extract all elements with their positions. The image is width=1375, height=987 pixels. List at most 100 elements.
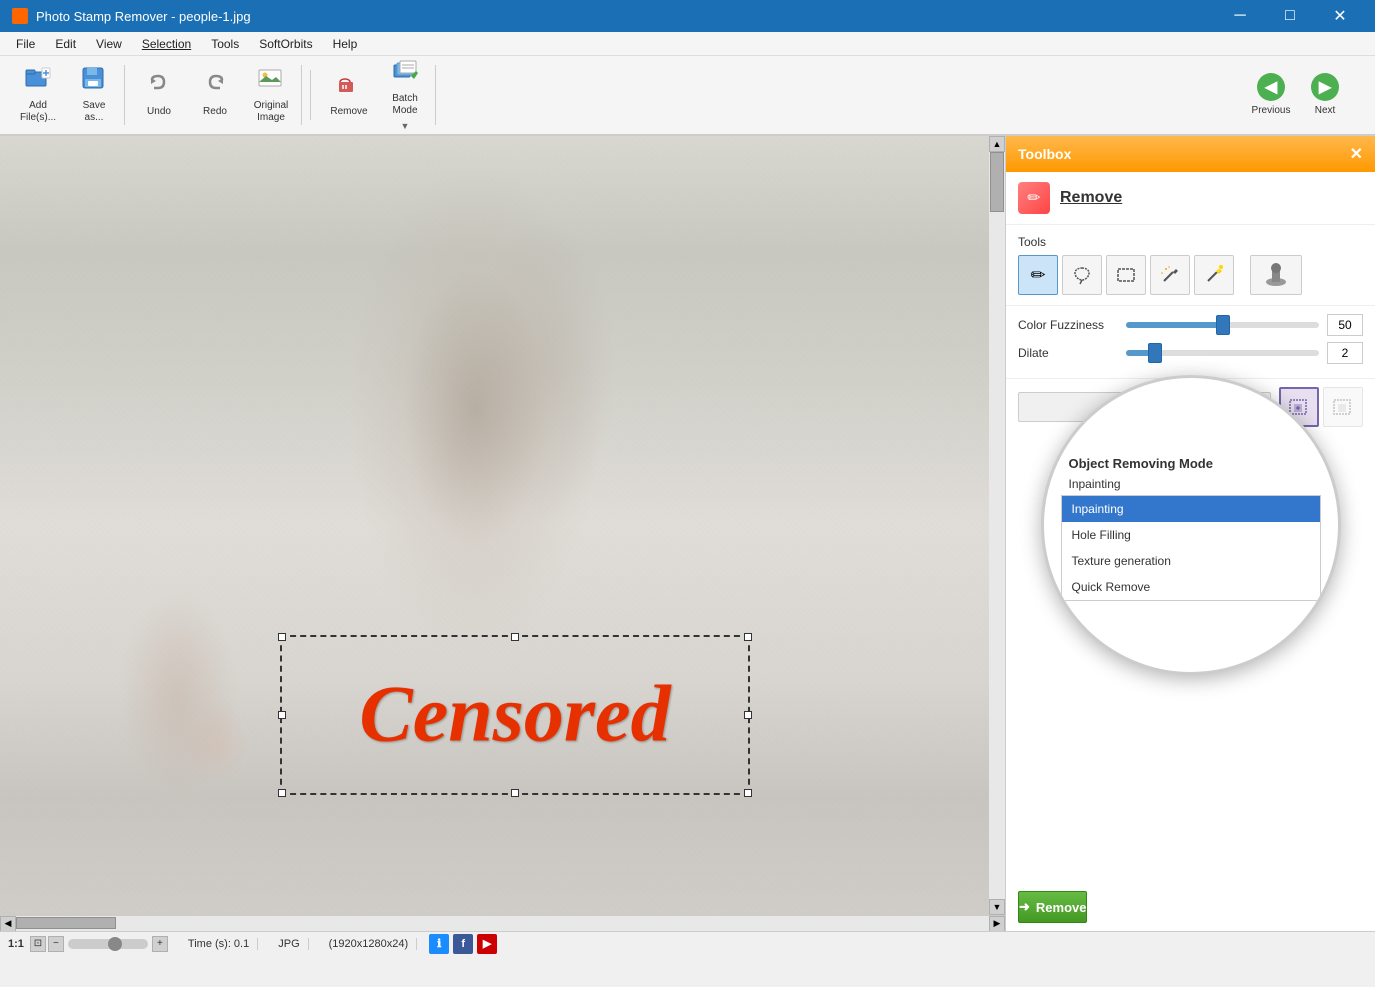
scroll-h-thumb[interactable] (16, 917, 116, 929)
menu-softorbits[interactable]: SoftOrbits (251, 35, 320, 53)
color-fuzziness-input[interactable]: 50 (1327, 314, 1363, 336)
app-icon (12, 8, 28, 24)
handle-top-center[interactable] (511, 633, 519, 641)
toolbox-title: Toolbox (1018, 146, 1071, 162)
format-label: JPG (278, 938, 299, 950)
handle-top-left[interactable] (278, 633, 286, 641)
social-icons-area: ℹ f ▶ (429, 934, 497, 954)
scroll-left-arrow[interactable]: ◀ (0, 916, 16, 932)
dropdown-option-texture-generation[interactable]: Texture generation (1062, 548, 1320, 574)
title-bar-controls: ─ □ ✕ (1217, 0, 1363, 32)
save-as-button[interactable]: Saveas... (68, 66, 120, 124)
menu-edit[interactable]: Edit (47, 35, 84, 53)
remove-label: Remove (330, 106, 367, 118)
dilate-row: Dilate 2 (1018, 342, 1363, 364)
scroll-right-arrow[interactable]: ▶ (989, 916, 1005, 932)
scroll-v-thumb[interactable] (990, 152, 1004, 212)
menu-help[interactable]: Help (325, 35, 366, 53)
toolbar-group-remove: Remove Batch Mode ▼ (319, 65, 436, 125)
close-button[interactable]: ✕ (1317, 0, 1363, 32)
scroll-h-track[interactable] (16, 916, 989, 931)
handle-bottom-left[interactable] (278, 789, 286, 797)
scroll-down-arrow[interactable]: ▼ (989, 899, 1005, 915)
format-status: JPG (270, 938, 308, 950)
tools-section: Tools ✏ (1006, 225, 1375, 306)
handle-bottom-center[interactable] (511, 789, 519, 797)
facebook-icon[interactable]: f (453, 934, 473, 954)
time-status: Time (s): 0.1 (180, 938, 258, 950)
original-image-button[interactable]: OriginalImage (245, 66, 297, 124)
zoom-minus-button[interactable]: − (48, 936, 64, 952)
zoom-level: 1:1 (8, 938, 24, 950)
dilate-input[interactable]: 2 (1327, 342, 1363, 364)
batch-mode-button[interactable]: Batch Mode ▼ (379, 66, 431, 124)
navigation-area: ◀ Previous ▶ Next (1245, 66, 1367, 124)
remove-title: Remove (1060, 189, 1122, 207)
redo-icon (202, 72, 228, 102)
vertical-scrollbar[interactable]: ▲ ▼ (989, 136, 1005, 915)
dropdown-option-quick-remove[interactable]: Quick Remove (1062, 574, 1320, 600)
handle-mid-right[interactable] (744, 711, 752, 719)
zoom-slider[interactable] (68, 939, 148, 949)
add-files-label: AddFile(s)... (20, 100, 56, 124)
menu-tools[interactable]: Tools (203, 35, 247, 53)
color-fuzziness-label: Color Fuzziness (1018, 318, 1118, 332)
next-button[interactable]: ▶ Next (1299, 66, 1351, 124)
zoom-plus-button[interactable]: + (152, 936, 168, 952)
color-fuzziness-slider[interactable] (1126, 322, 1319, 328)
horizontal-scrollbar[interactable]: ◀ ▶ (0, 915, 1005, 931)
previous-icon: ◀ (1257, 73, 1285, 101)
redo-button[interactable]: Redo (189, 66, 241, 124)
dropdown-content: Object Removing Mode Inpainting Inpainti… (1061, 450, 1321, 601)
add-files-button[interactable]: AddFile(s)... (12, 66, 64, 124)
toolbox-panel: Toolbox ✕ ✏ Remove Tools ✏ (1005, 136, 1375, 931)
handle-top-right[interactable] (744, 633, 752, 641)
next-icon: ▶ (1311, 73, 1339, 101)
dilate-slider[interactable] (1126, 350, 1319, 356)
save-as-label: Saveas... (83, 100, 106, 124)
pencil-tool-button[interactable]: ✏ (1018, 255, 1058, 295)
info-icon[interactable]: ℹ (429, 934, 449, 954)
canvas-area[interactable]: Censored (0, 136, 989, 915)
remove-button[interactable]: Remove (323, 66, 375, 124)
scroll-v-track[interactable] (989, 152, 1005, 899)
dropdown-option-hole-filling[interactable]: Hole Filling (1062, 522, 1320, 548)
main-area: Censored ▲ ▼ ◀ ▶ Toolbox (0, 136, 1375, 931)
zoom-controls: 1:1 ⊡ − + (8, 936, 168, 952)
menu-view[interactable]: View (88, 35, 130, 53)
undo-button[interactable]: Undo (133, 66, 185, 124)
color-fuzziness-thumb[interactable] (1216, 315, 1230, 335)
scroll-up-arrow[interactable]: ▲ (989, 136, 1005, 152)
remove-btn-area: ➜ Remove (1018, 891, 1363, 923)
menu-file[interactable]: File (8, 35, 43, 53)
lasso-tool-button[interactable] (1062, 255, 1102, 295)
zoom-thumb[interactable] (108, 937, 122, 951)
batch-mode-icon (392, 59, 418, 89)
stamp-tool-button[interactable] (1250, 255, 1302, 295)
menu-selection[interactable]: Selection (134, 35, 199, 53)
wand-auto-tool-button[interactable] (1194, 255, 1234, 295)
censored-text: Censored (359, 670, 670, 761)
dilate-label: Dilate (1018, 346, 1118, 360)
dropdown-option-inpainting[interactable]: Inpainting (1062, 496, 1320, 522)
canvas-with-scroll: Censored ▲ ▼ (0, 136, 1005, 915)
rect-select-tool-button[interactable] (1106, 255, 1146, 295)
color-fuzziness-section: Color Fuzziness 50 Dilate 2 (1006, 306, 1375, 378)
zoom-fit-button[interactable]: ⊡ (30, 936, 46, 952)
magic-wand-tool-button[interactable] (1150, 255, 1190, 295)
dimensions-status: (1920x1280x24) (321, 938, 418, 950)
previous-button[interactable]: ◀ Previous (1245, 66, 1297, 124)
censored-selection-box[interactable]: Censored (280, 635, 750, 795)
toolbox-close-button[interactable]: ✕ (1350, 144, 1363, 164)
removing-mode-area: Object Removing Mode Inpainting Inpainti… (1006, 435, 1375, 931)
handle-bottom-right[interactable] (744, 789, 752, 797)
maximize-button[interactable]: □ (1267, 0, 1313, 32)
handle-mid-left[interactable] (278, 711, 286, 719)
remove-action-button[interactable]: ➜ Remove (1018, 891, 1087, 923)
undo-label: Undo (147, 106, 171, 118)
status-bar: 1:1 ⊡ − + Time (s): 0.1 JPG (1920x1280x2… (0, 931, 1375, 955)
minimize-button[interactable]: ─ (1217, 0, 1263, 32)
dilate-thumb[interactable] (1148, 343, 1162, 363)
youtube-icon[interactable]: ▶ (477, 934, 497, 954)
remove-arrow-icon: ➜ (1019, 899, 1030, 915)
